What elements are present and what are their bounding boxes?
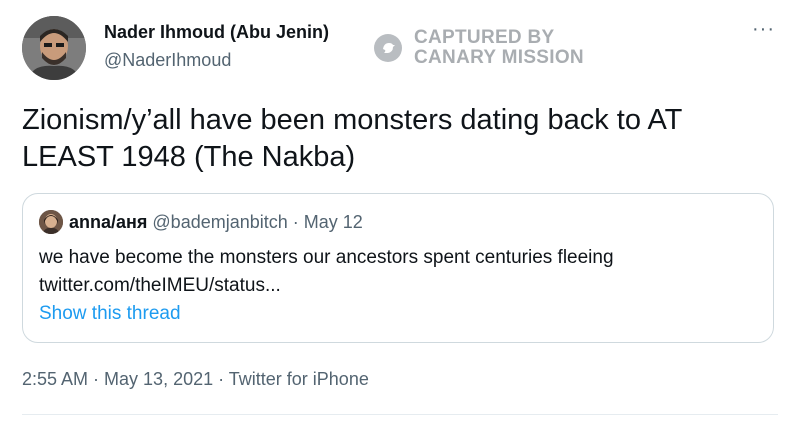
quoted-tweet-header: anna/аня @bademjanbitch · May 12 xyxy=(39,210,363,234)
capture-watermark: CAPTURED BY CANARY MISSION xyxy=(374,28,584,68)
watermark-line-2: CANARY MISSION xyxy=(414,47,584,68)
quoted-author-avatar xyxy=(39,210,63,234)
quoted-author-name: anna/аня xyxy=(69,211,148,232)
author-handle[interactable]: @NaderIhmoud xyxy=(104,50,231,71)
author-avatar[interactable] xyxy=(22,16,86,80)
quoted-text-line-1: we have become the monsters our ancestor… xyxy=(39,247,614,268)
more-options-icon[interactable]: ··· xyxy=(752,18,775,41)
quoted-tweet-text: we have become the monsters our ancestor… xyxy=(39,244,614,300)
author-photo xyxy=(22,16,86,80)
quoted-author-photo xyxy=(39,210,63,234)
watermark-line-1: CAPTURED BY xyxy=(414,27,555,48)
canary-bird-icon xyxy=(374,34,402,62)
divider xyxy=(22,414,778,415)
tweet-text: Zionism/y’all have been monsters dating … xyxy=(22,104,682,173)
quoted-author-handle-date: @bademjanbitch · May 12 xyxy=(152,211,363,232)
author-name[interactable]: Nader Ihmoud (Abu Jenin) xyxy=(104,22,329,43)
tweet-timestamp-source[interactable]: 2:55 AM · May 13, 2021 · Twitter for iPh… xyxy=(22,369,369,390)
quoted-text-line-2: twitter.com/theIMEU/status... xyxy=(39,275,281,296)
show-thread-link[interactable]: Show this thread xyxy=(39,303,181,325)
quoted-tweet-card[interactable]: anna/аня @bademjanbitch · May 12 we have… xyxy=(22,193,774,343)
